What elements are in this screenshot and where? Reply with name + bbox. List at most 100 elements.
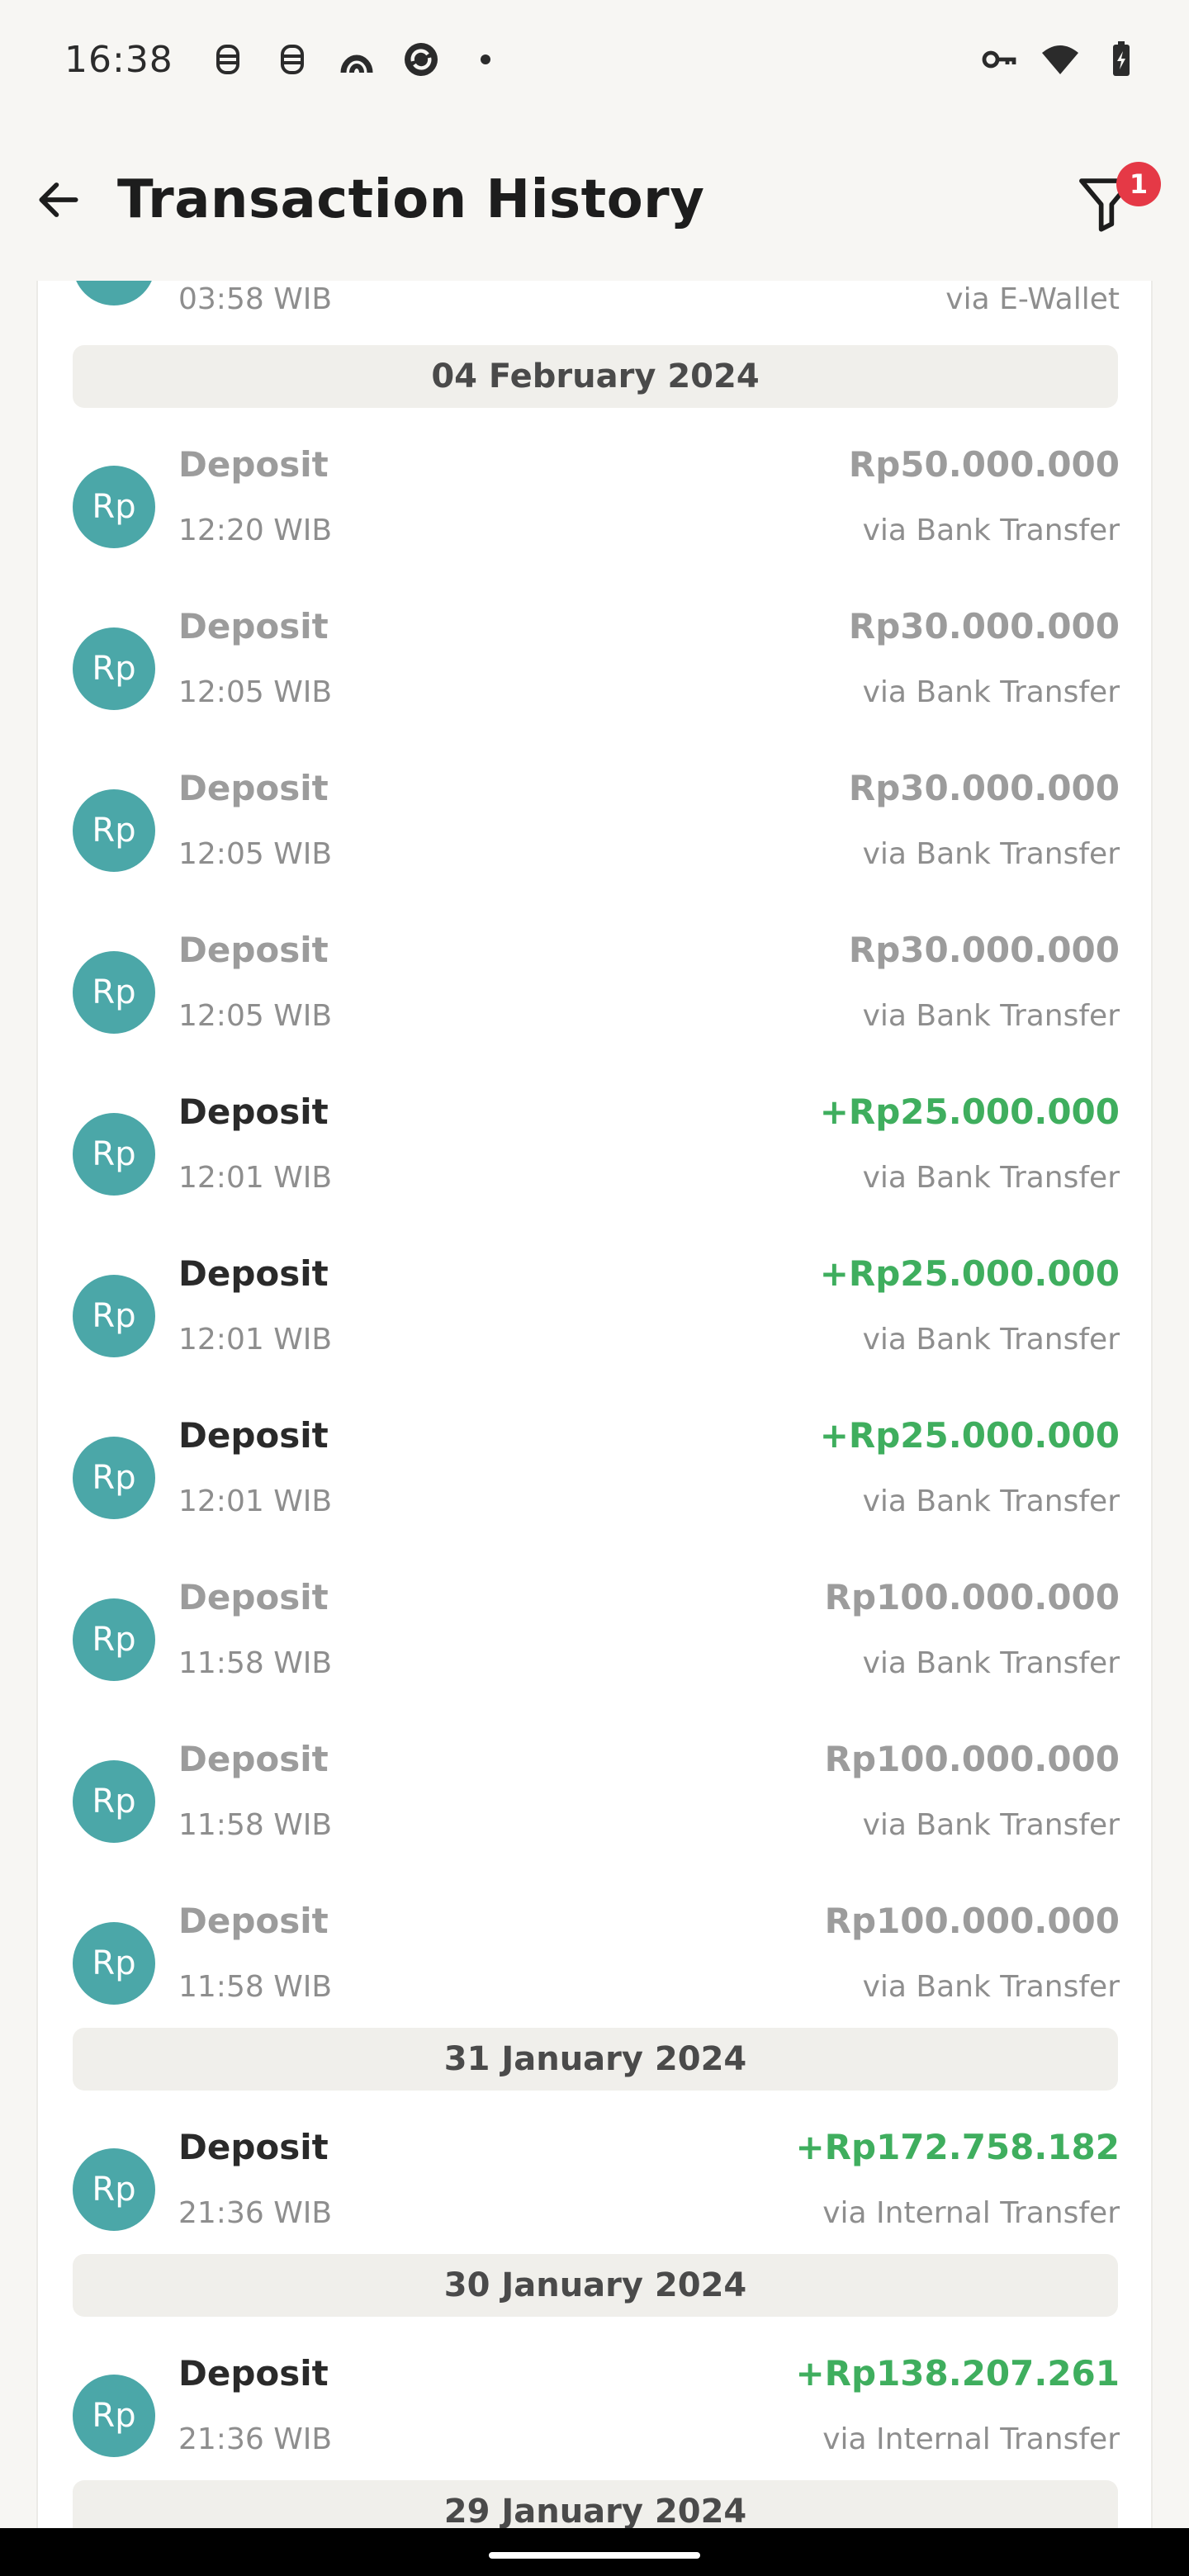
transaction-amount: Rp30.000.000 [848, 606, 1120, 646]
transaction-amount: Rp50.000.000 [848, 444, 1120, 485]
dot-icon [464, 38, 507, 81]
transaction-type: Deposit [178, 2127, 329, 2167]
date-header: 29 January 2024 [73, 2480, 1118, 2528]
transaction-amount: Rp30.000.000 [848, 768, 1120, 808]
transaction-method: via Bank Transfer [862, 675, 1120, 709]
transaction-time: 21:36 WIB [178, 2196, 333, 2230]
transaction-time: 11:58 WIB [178, 1970, 333, 2004]
transaction-row[interactable]: Rp Deposit 11:58 WIB Rp100.000.000 via B… [38, 1559, 1151, 1721]
transaction-time: 12:01 WIB [178, 1485, 333, 1518]
transaction-type: Deposit [178, 606, 329, 646]
key-icon [978, 38, 1021, 81]
filter-count-badge: 1 [1116, 162, 1161, 206]
rp-avatar-icon: Rp [73, 1760, 155, 1843]
rp-avatar-icon: Rp [73, 1598, 155, 1681]
transaction-time: 21:36 WIB [178, 2422, 333, 2456]
transaction-amount: Rp30.000.000 [848, 930, 1120, 970]
transaction-time: 12:01 WIB [178, 1161, 333, 1195]
transaction-type: Deposit [178, 930, 329, 970]
transaction-method: via Bank Transfer [862, 1970, 1120, 2004]
transaction-time: 03:58 WIB [178, 282, 333, 316]
transaction-row[interactable]: Rp Deposit 21:36 WIB +Rp138.207.261 via … [38, 2335, 1151, 2497]
transaction-row[interactable]: Rp Deposit 12:05 WIB Rp30.000.000 via Ba… [38, 750, 1151, 912]
transaction-row-partial[interactable]: 03:58 WIB via E-Wallet [38, 281, 1151, 330]
transaction-time: 12:05 WIB [178, 837, 333, 871]
system-icons [978, 38, 1143, 81]
transaction-list: 03:58 WIB via E-Wallet 04 February 2024 … [36, 281, 1153, 2528]
transaction-method: via Internal Transfer [822, 2196, 1120, 2230]
rp-avatar-icon: Rp [73, 1275, 155, 1357]
transaction-amount: Rp100.000.000 [824, 1901, 1120, 1941]
rp-avatar-icon: Rp [73, 627, 155, 710]
transaction-amount: +Rp25.000.000 [819, 1091, 1120, 1132]
transaction-row[interactable]: Rp Deposit 12:01 WIB +Rp25.000.000 via B… [38, 1397, 1151, 1559]
arrow-left-icon [39, 182, 78, 217]
transaction-time: 11:58 WIB [178, 1646, 333, 1680]
transaction-time: 12:20 WIB [178, 514, 333, 547]
transaction-amount: Rp100.000.000 [824, 1577, 1120, 1617]
rp-avatar-icon [73, 281, 155, 305]
date-header: 30 January 2024 [73, 2254, 1118, 2317]
transaction-type: Deposit [178, 1253, 329, 1294]
arc-app-icon [335, 38, 378, 81]
transaction-type: Deposit [178, 1091, 329, 1132]
transaction-amount: +Rp25.000.000 [819, 1415, 1120, 1456]
status-bar: 16:38 [0, 0, 1189, 119]
date-header: 31 January 2024 [73, 2028, 1118, 2091]
transaction-type: Deposit [178, 444, 329, 485]
transaction-type: Deposit [178, 768, 329, 808]
wifi-icon [1039, 38, 1082, 81]
transaction-method: via Bank Transfer [862, 837, 1120, 871]
transaction-method: via Bank Transfer [862, 1646, 1120, 1680]
date-header: 04 February 2024 [73, 345, 1118, 408]
page-title: Transaction History [117, 169, 705, 230]
notification-icons [206, 38, 507, 81]
transaction-time: 12:01 WIB [178, 1323, 333, 1357]
transaction-amount: Rp100.000.000 [824, 1739, 1120, 1779]
rp-avatar-icon: Rp [73, 2375, 155, 2457]
home-indicator[interactable] [489, 2552, 700, 2559]
refresh-app-icon [400, 38, 443, 81]
transaction-type: Deposit [178, 1901, 329, 1941]
rp-avatar-icon: Rp [73, 951, 155, 1034]
transaction-method: via E-Wallet [945, 282, 1120, 316]
rp-avatar-icon: Rp [73, 466, 155, 548]
back-button[interactable] [30, 171, 88, 229]
transaction-method: via Bank Transfer [862, 1161, 1120, 1195]
transaction-row[interactable]: Rp Deposit 12:05 WIB Rp30.000.000 via Ba… [38, 588, 1151, 750]
transaction-type: Deposit [178, 1739, 329, 1779]
transaction-row[interactable]: Rp Deposit 12:05 WIB Rp30.000.000 via Ba… [38, 912, 1151, 1073]
face-icon [271, 38, 314, 81]
transaction-row[interactable]: Rp Deposit 12:20 WIB Rp50.000.000 via Ba… [38, 426, 1151, 588]
filter-button[interactable]: 1 [1070, 154, 1161, 236]
transaction-row[interactable]: Rp Deposit 11:58 WIB Rp100.000.000 via B… [38, 1721, 1151, 1882]
rp-avatar-icon: Rp [73, 2148, 155, 2231]
transaction-amount: +Rp138.207.261 [795, 2353, 1120, 2394]
transaction-row[interactable]: Rp Deposit 21:36 WIB +Rp172.758.182 via … [38, 2109, 1151, 2271]
transaction-time: 11:58 WIB [178, 1808, 333, 1842]
transaction-method: via Bank Transfer [862, 999, 1120, 1033]
rp-avatar-icon: Rp [73, 1437, 155, 1519]
transaction-row[interactable]: Rp Deposit 12:01 WIB +Rp25.000.000 via B… [38, 1073, 1151, 1235]
transaction-amount: +Rp25.000.000 [819, 1253, 1120, 1294]
rp-avatar-icon: Rp [73, 1113, 155, 1196]
transaction-type: Deposit [178, 1577, 329, 1617]
face-icon [206, 38, 249, 81]
transaction-row[interactable]: Rp Deposit 12:01 WIB +Rp25.000.000 via B… [38, 1235, 1151, 1397]
transaction-method: via Bank Transfer [862, 1808, 1120, 1842]
transaction-method: via Internal Transfer [822, 2422, 1120, 2456]
rp-avatar-icon: Rp [73, 1922, 155, 2005]
transaction-method: via Bank Transfer [862, 514, 1120, 547]
status-time: 16:38 [64, 38, 173, 81]
transaction-type: Deposit [178, 2353, 329, 2394]
system-navigation-bar [0, 2528, 1189, 2576]
battery-charging-icon [1100, 38, 1143, 81]
transaction-type: Deposit [178, 1415, 329, 1456]
app-bar: Transaction History 1 [0, 119, 1189, 281]
transaction-method: via Bank Transfer [862, 1323, 1120, 1357]
transaction-time: 12:05 WIB [178, 675, 333, 709]
transaction-method: via Bank Transfer [862, 1485, 1120, 1518]
transaction-row[interactable]: Rp Deposit 11:58 WIB Rp100.000.000 via B… [38, 1882, 1151, 2044]
transaction-amount: +Rp172.758.182 [795, 2127, 1120, 2167]
transaction-time: 12:05 WIB [178, 999, 333, 1033]
